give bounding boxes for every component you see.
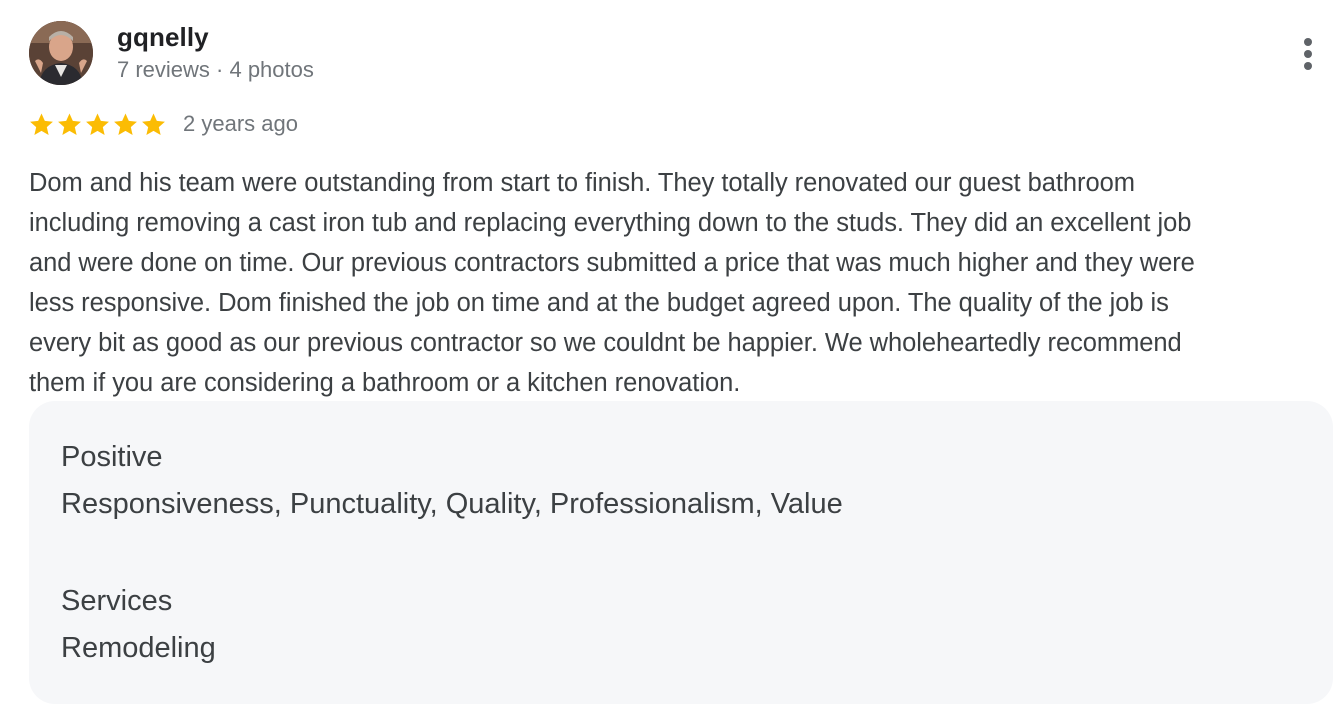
star-rating [28,111,167,138]
author-name[interactable]: gqnelly [117,22,209,53]
review-card: gqnelly 7 reviews · 4 photos 2 years ago… [0,0,1344,726]
attribute-heading-positive: Positive [61,441,163,473]
star-icon [86,112,109,135]
review-text: Dom and his team were outstanding from s… [29,169,1195,397]
rating-row: 2 years ago [28,108,298,140]
review-time: 2 years ago [183,111,298,136]
attribute-value-positive: Responsiveness, Punctuality, Quality, Pr… [61,488,843,520]
author-meta: 7 reviews · 4 photos [117,57,314,82]
attribute-heading-services: Services [61,585,173,617]
star-icon [114,112,137,135]
more-options-button[interactable] [1292,34,1324,74]
attribute-value-services: Remodeling [61,632,216,664]
profile-photo-icon [29,21,93,85]
author-avatar[interactable] [29,21,93,85]
star-icon [142,112,165,135]
star-icon [58,112,81,135]
star-icon [30,112,53,135]
review-attributes: Positive Responsiveness, Punctuality, Qu… [29,401,1333,704]
